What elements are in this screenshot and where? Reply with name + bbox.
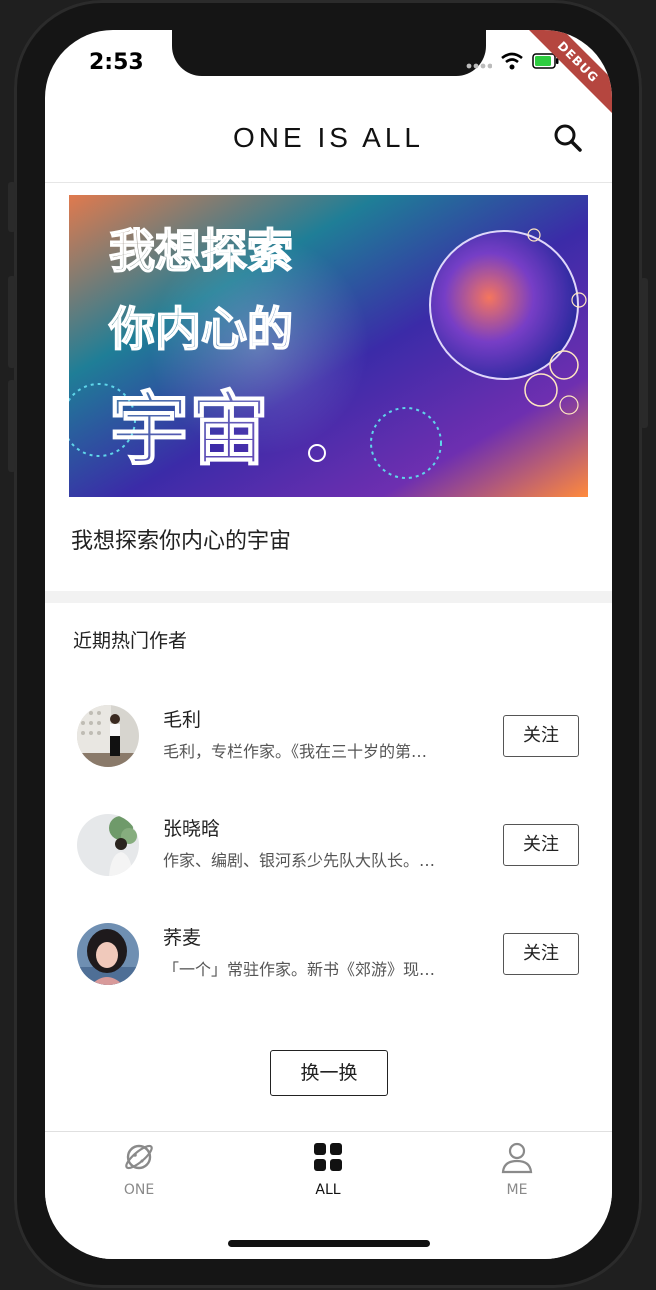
notch: [172, 30, 486, 76]
tab-label: ALL: [315, 1182, 341, 1198]
avatar[interactable]: [77, 923, 139, 985]
tab-label: ONE: [123, 1182, 155, 1198]
author-row[interactable]: 荞麦 「一个」常驻作家。新书《郊游》现… 关注: [45, 913, 612, 993]
side-button-volume-down: [8, 380, 16, 472]
planet-icon: [122, 1144, 156, 1178]
follow-button[interactable]: 关注: [503, 933, 579, 975]
side-button-mute: [8, 182, 16, 232]
status-icons: [466, 52, 560, 74]
refresh-button[interactable]: 换一换: [270, 1050, 388, 1096]
author-row[interactable]: 张晓晗 作家、编剧、银河系少先队大队长。… 关注: [45, 804, 612, 884]
page-title: ONE IS ALL: [233, 122, 424, 153]
follow-button[interactable]: 关注: [503, 715, 579, 757]
follow-button[interactable]: 关注: [503, 824, 579, 866]
search-icon: [552, 124, 584, 158]
tab-label: ME: [506, 1182, 528, 1198]
author-row[interactable]: 毛利 毛利，专栏作家。《我在三十岁的第… 关注: [45, 695, 612, 775]
wifi-icon: [500, 52, 524, 74]
banner-art-line-1: 我想探索: [109, 224, 293, 278]
author-name: 毛利: [163, 709, 202, 731]
tab-all[interactable]: ALL: [268, 1140, 388, 1198]
author-name: 荞麦: [163, 927, 202, 949]
author-name: 张晓晗: [163, 818, 221, 840]
avatar[interactable]: [77, 705, 139, 767]
person-icon: [500, 1142, 534, 1178]
side-button-power: [640, 278, 648, 428]
author-desc: 「一个」常驻作家。新书《郊游》现…: [163, 960, 436, 979]
banner-art-line-3: 宇宙: [109, 383, 269, 476]
grid-icon: [311, 1143, 345, 1178]
signal-icon: [466, 54, 493, 73]
tab-me[interactable]: ME: [457, 1140, 577, 1198]
screen: 2:53 DEBUG ONE IS ALL 我想探索 你内心的 宇宙 我想探索你…: [45, 30, 612, 1259]
author-desc: 作家、编剧、银河系少先队大队长。…: [163, 851, 436, 870]
app-header: ONE IS ALL: [45, 104, 612, 183]
banner-artwork: 我想探索 你内心的 宇宙: [69, 195, 588, 497]
section-divider: [45, 591, 612, 603]
banner-caption[interactable]: 我想探索你内心的宇宙: [71, 523, 291, 555]
banner-art-line-2: 你内心的: [108, 302, 293, 356]
author-desc: 毛利，专栏作家。《我在三十岁的第…: [163, 742, 428, 761]
home-indicator: [228, 1240, 430, 1247]
avatar[interactable]: [77, 814, 139, 876]
section-title: 近期热门作者: [73, 630, 188, 652]
tab-one[interactable]: ONE: [79, 1140, 199, 1198]
side-button-volume-up: [8, 276, 16, 368]
status-time: 2:53: [89, 50, 144, 75]
featured-banner[interactable]: 我想探索 你内心的 宇宙: [69, 195, 588, 497]
search-button[interactable]: [552, 122, 588, 158]
